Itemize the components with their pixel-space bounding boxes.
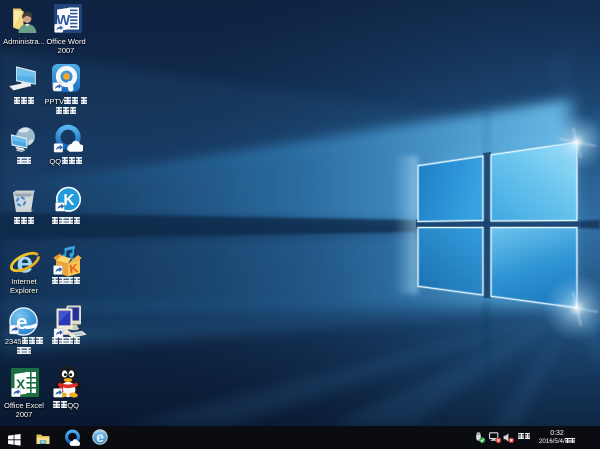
svg-text:e: e: [16, 247, 33, 279]
svg-text:K: K: [63, 192, 75, 209]
